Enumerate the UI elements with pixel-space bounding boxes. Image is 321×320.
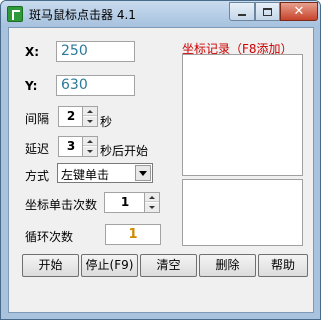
client-area: X: 250 Y: 630 间隔 2 秒 延迟 3 秒后开始 方式 左键单击 坐…: [8, 27, 314, 313]
interval-down-button[interactable]: [83, 117, 97, 126]
up-arrow-icon: [87, 109, 93, 113]
x-coordinate-field[interactable]: 250: [56, 41, 135, 62]
click-mode-select[interactable]: 左键单击: [57, 163, 153, 183]
interval-up-button[interactable]: [83, 107, 97, 116]
delay-up-button[interactable]: [83, 137, 97, 146]
up-arrow-icon: [87, 139, 93, 143]
app-window: 斑马鼠标点击器 4.1 ✕ X: 250 Y: 630 间隔 2 秒 延迟 3 …: [0, 0, 321, 320]
delay-stepper[interactable]: 3: [58, 136, 98, 157]
clicks-per-coord-label: 坐标单击次数: [25, 198, 98, 212]
clicks-per-coord-stepper[interactable]: 1: [104, 192, 160, 213]
interval-unit: 秒: [100, 115, 113, 129]
click-mode-dropdown-button[interactable]: [135, 165, 151, 181]
delay-unit: 秒后开始: [100, 144, 149, 158]
loop-count-label: 循环次数: [25, 230, 74, 244]
delay-label: 延迟: [25, 142, 50, 156]
clear-button[interactable]: 清空: [140, 254, 197, 277]
window-title: 斑马鼠标点击器 4.1: [29, 8, 136, 22]
loop-count-field[interactable]: 1: [105, 224, 161, 245]
up-arrow-icon: [149, 195, 155, 199]
start-button[interactable]: 开始: [22, 254, 79, 277]
chevron-down-icon: [139, 170, 147, 176]
close-icon: ✕: [293, 4, 305, 19]
coordinate-record-list[interactable]: [182, 54, 303, 176]
maximize-button[interactable]: [255, 2, 280, 21]
click-mode-value: 左键单击: [61, 168, 110, 182]
interval-label: 间隔: [25, 112, 50, 126]
minimize-button[interactable]: [229, 2, 255, 21]
clicks-down-button[interactable]: [145, 203, 159, 212]
interval-value[interactable]: 2: [59, 107, 83, 126]
y-coordinate-field[interactable]: 630: [56, 75, 135, 96]
clicks-up-button[interactable]: [145, 193, 159, 202]
delete-button[interactable]: 删除: [199, 254, 256, 277]
interval-stepper[interactable]: 2: [58, 106, 98, 127]
app-icon: [7, 6, 23, 22]
record-detail-area[interactable]: [182, 179, 303, 246]
delay-down-button[interactable]: [83, 147, 97, 156]
mode-label: 方式: [25, 169, 50, 183]
close-button[interactable]: ✕: [280, 2, 318, 21]
down-arrow-icon: [87, 150, 93, 153]
y-label: Y:: [25, 79, 38, 93]
x-label: X:: [25, 45, 40, 59]
clicks-per-coord-value[interactable]: 1: [105, 193, 145, 212]
down-arrow-icon: [149, 206, 155, 209]
down-arrow-icon: [87, 120, 93, 123]
minimize-icon: [238, 13, 246, 16]
title-bar[interactable]: 斑马鼠标点击器 4.1 ✕: [1, 1, 320, 27]
delay-value[interactable]: 3: [59, 137, 83, 156]
stop-button[interactable]: 停止(F9): [81, 254, 138, 277]
help-button[interactable]: 帮助: [258, 254, 308, 277]
maximize-icon: [263, 7, 272, 16]
